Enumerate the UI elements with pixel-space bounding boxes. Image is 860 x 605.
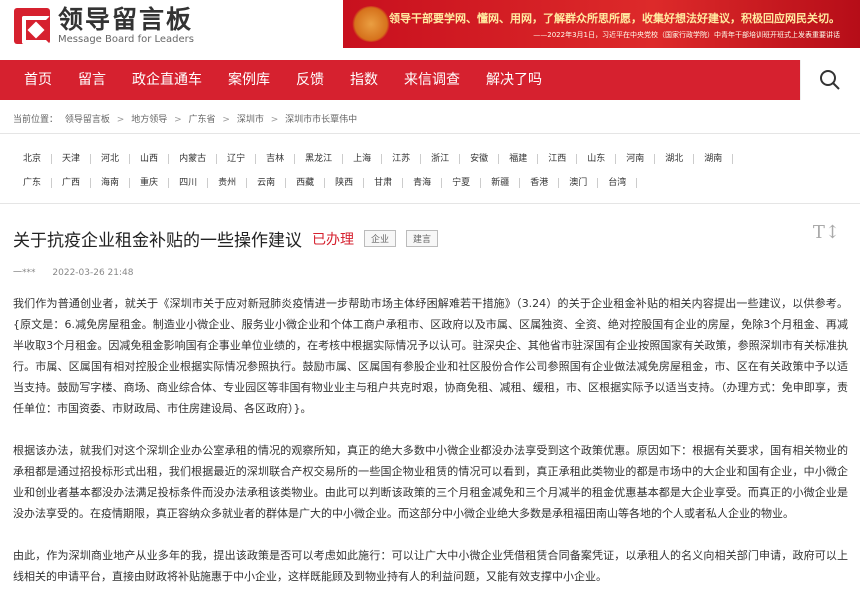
region-link[interactable]: 广西 [52,178,92,188]
font-size-icon[interactable]: T↕ [813,222,840,243]
nav-cases[interactable]: 案例库 [215,60,283,100]
region-link[interactable]: 海南 [91,178,131,188]
region-link[interactable]: 四川 [169,178,209,188]
post-content: 我们作为普通创业者，就关于《深圳市关于应对新冠肺炎疫情进一步帮助市场主体纾困解难… [13,293,848,605]
region-link[interactable]: 黑龙江 [295,154,344,164]
region-link[interactable]: 山西 [130,154,170,164]
search-icon [820,70,840,90]
region-link[interactable]: 河北 [91,154,131,164]
region-link[interactable]: 吉林 [256,154,296,164]
region-link[interactable]: 西藏 [286,178,326,188]
nav-message[interactable]: 留言 [65,60,119,100]
region-link[interactable]: 贵州 [208,178,248,188]
breadcrumb-item[interactable]: 深圳市 [237,115,264,125]
post-paragraph: 根据该办法，就我们对这个深圳企业办公室承租的情况的观察所知，真正的绝大多数中小微… [13,444,848,520]
breadcrumb-label: 当前位置： [13,115,59,125]
header-banner: 领导干部要学网、懂网、用网，了解群众所思所愿，收集好想法好建议，积极回应网民关切… [343,0,860,48]
region-link[interactable]: 香港 [520,178,560,188]
emblem-icon [351,6,391,42]
region-link[interactable]: 北京 [13,154,53,164]
main-nav: 首页 留言 政企直通车 案例库 反馈 指数 来信调查 解决了吗 [0,60,860,100]
region-link[interactable]: 陕西 [325,178,365,188]
logo-subtitle: Message Board for Leaders [58,34,195,45]
region-link[interactable]: 新疆 [481,178,521,188]
region-link[interactable]: 台湾 [598,178,638,188]
region-link[interactable]: 云南 [247,178,287,188]
region-link[interactable]: 天津 [52,154,92,164]
region-link[interactable]: 内蒙古 [169,154,218,164]
search-button[interactable] [800,60,860,100]
breadcrumb-separator: > [174,115,182,125]
tag-enterprise[interactable]: 企业 [364,230,397,247]
region-link[interactable]: 江苏 [382,154,422,164]
post-title: 关于抗疫企业租金补贴的一些操作建议 [13,231,302,251]
region-link[interactable]: 安徽 [460,154,500,164]
banner-source: ——2022年3月1日，习近平在中央党校（国家行政学院）中青年干部培训班开班式上… [533,31,840,39]
region-link[interactable]: 重庆 [130,178,170,188]
divider [0,133,860,134]
breadcrumb-item[interactable]: 地方领导 [131,115,167,125]
region-row: 广东 广西 海南 重庆 四川 贵州 云南 西藏 陕西 甘肃 青海 宁夏 新疆 香港 澳门 台湾 [13,171,833,195]
site-logo[interactable]: 领导留言板 Message Board for Leaders [14,6,194,46]
post-meta: 一*** 2022-03-26 21:48 [13,265,148,278]
tag-suggestion[interactable]: 建言 [406,230,439,247]
nav-home[interactable]: 首页 [0,60,65,100]
region-link[interactable]: 辽宁 [217,154,257,164]
logo-title: 领导留言板 [58,5,194,34]
region-link[interactable]: 浙江 [421,154,461,164]
region-link[interactable]: 河南 [616,154,656,164]
post-time: 2022-03-26 21:48 [52,268,134,278]
divider [0,203,860,204]
breadcrumb-separator: > [222,115,230,125]
region-link[interactable]: 广东 [13,178,53,188]
region-row: 北京 天津 河北 山西 内蒙古 辽宁 吉林 黑龙江 上海 江苏 浙江 安徽 福建 江西 山东 河南 湖北 湖南 [13,147,833,171]
breadcrumb-item[interactable]: 广东省 [189,115,216,125]
logo-mark-icon [14,8,50,44]
nav-enterprise[interactable]: 政企直通车 [119,60,215,100]
banner-quote: 领导干部要学网、懂网、用网，了解群众所思所愿，收集好想法好建议，积极回应网民关切… [389,12,840,25]
post-author: 一*** [13,268,36,278]
nav-feedback[interactable]: 反馈 [283,60,337,100]
breadcrumb-separator: > [116,115,125,125]
breadcrumb-item[interactable]: 深圳市市长覃伟中 [285,115,357,125]
nav-resolved[interactable]: 解决了吗 [473,60,555,100]
breadcrumb: 当前位置： 领导留言板 > 地方领导 > 广东省 > 深圳市 > 深圳市市长覃伟… [13,112,361,125]
breadcrumb-item[interactable]: 领导留言板 [65,115,110,125]
nav-survey[interactable]: 来信调查 [391,60,473,100]
region-link[interactable]: 甘肃 [364,178,404,188]
status-badge: 已办理 [312,231,354,248]
region-list: 北京 天津 河北 山西 内蒙古 辽宁 吉林 黑龙江 上海 江苏 浙江 安徽 福建 江西 山东 河南 湖北 湖南 广… [13,147,833,195]
region-link[interactable]: 山东 [577,154,617,164]
post-paragraph: 我们作为普通创业者，就关于《深圳市关于应对新冠肺炎疫情进一步帮助市场主体纾困解难… [13,297,848,415]
region-link[interactable]: 青海 [403,178,443,188]
region-link[interactable]: 湖北 [655,154,695,164]
post-title-row: 关于抗疫企业租金补贴的一些操作建议 已办理 企业 建言 [13,226,439,251]
region-link[interactable]: 福建 [499,154,539,164]
region-link[interactable]: 江西 [538,154,578,164]
region-link[interactable]: 澳门 [559,178,599,188]
breadcrumb-separator: > [270,115,279,125]
region-link[interactable]: 宁夏 [442,178,482,188]
region-link[interactable]: 湖南 [694,154,734,164]
nav-index[interactable]: 指数 [337,60,391,100]
region-link[interactable]: 上海 [343,154,383,164]
post-paragraph: 由此，作为深圳商业地产从业多年的我，提出该政策是否可以考虑如此施行：可以让广大中… [13,549,848,583]
site-header: 领导留言板 Message Board for Leaders 领导干部要学网、… [0,0,860,60]
